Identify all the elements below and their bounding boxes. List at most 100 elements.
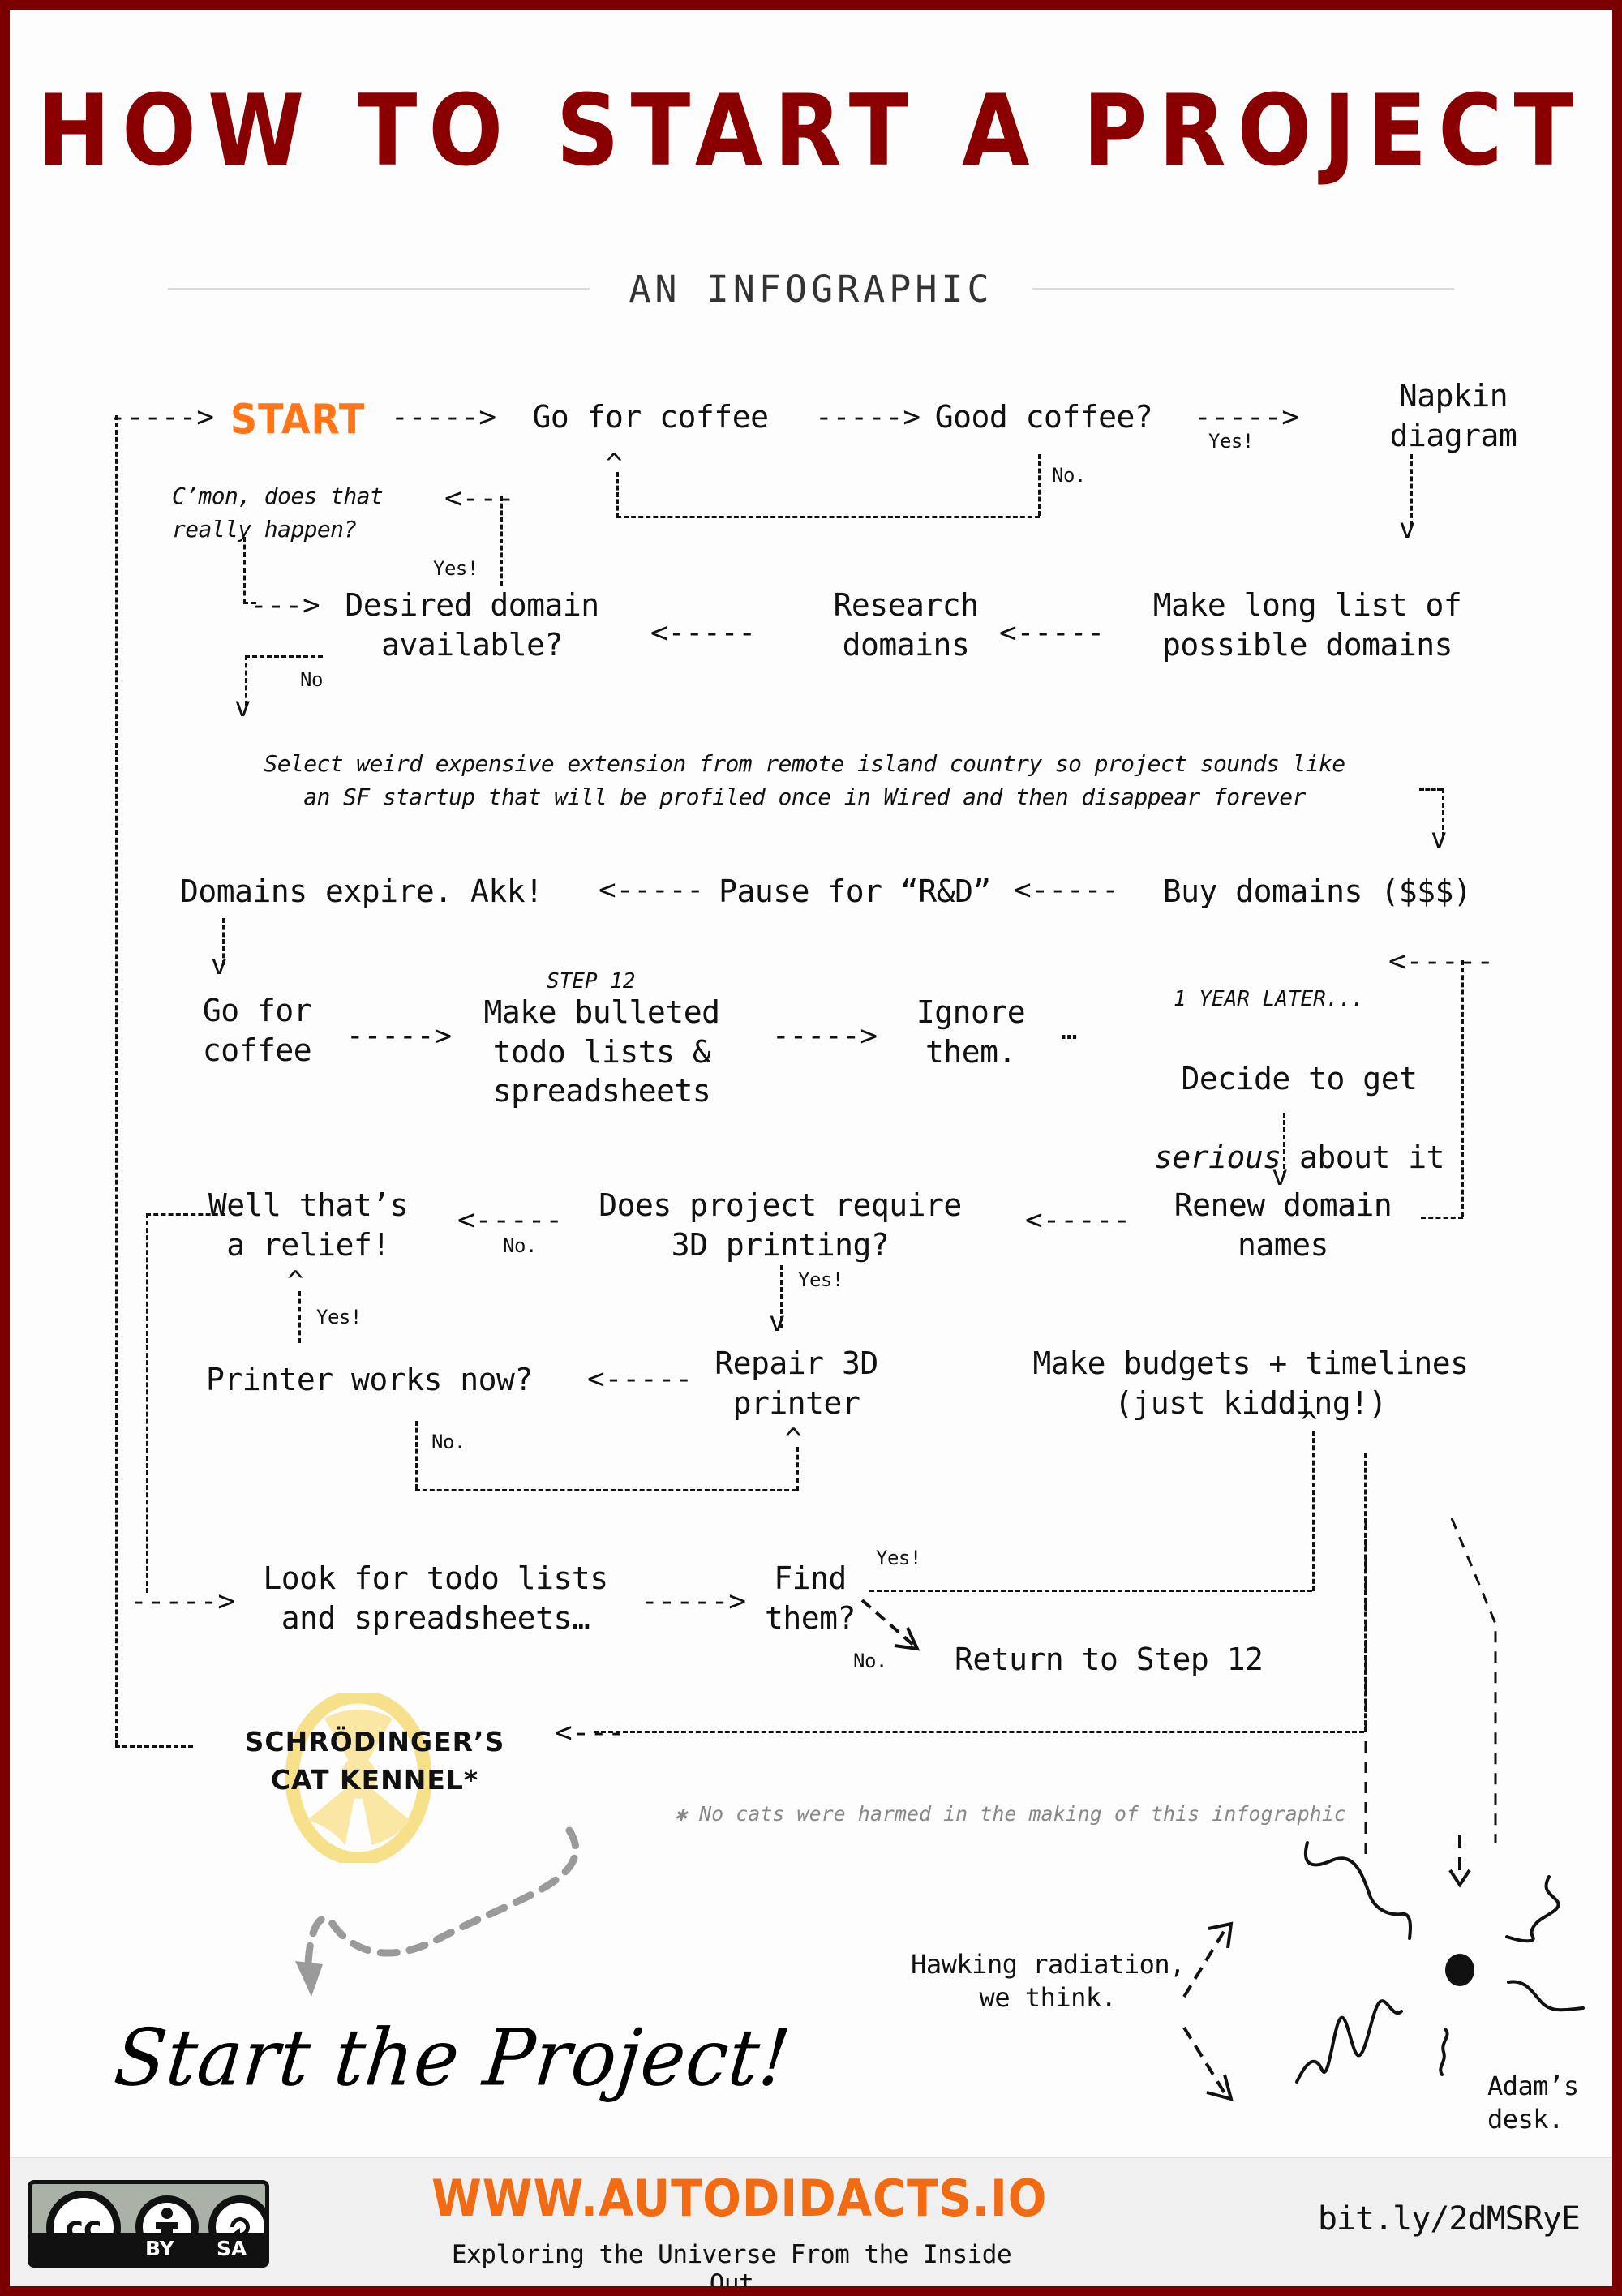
arrowhead-weird-down: v [1431,822,1448,855]
edge-label-yes-find: Yes! [876,1547,921,1569]
divider-right [1032,288,1454,290]
node-adams-desk: Adam’s desk. [1487,2071,1579,2135]
node-printer-works: Printer works now? [206,1362,533,1397]
arrow-coffee2-to-bulleted: -----> [346,1019,453,1053]
connector-relief-loop-h-top [146,1213,225,1216]
node-research-domains: Research domains [833,587,979,663]
node-renew-domain: Renew domain names [1174,1187,1392,1263]
connector-yes-cmon-v [500,496,503,586]
arrowhead-yesfind-up: ^ [1301,1406,1318,1439]
decide-serious-rest: about it [1281,1139,1445,1175]
node-hawking-radiation: Hawking radiation, we think. [911,1949,1185,2013]
connector-rightloop-h-bottom [1421,1217,1463,1219]
node-go-for-coffee: Go for coffee [532,399,769,435]
page-subtitle: AN INFOGRAPHIC [629,268,993,311]
edge-label-yes-cmon: Yes! [433,557,478,580]
edge-label-no-find: No. [853,1650,887,1672]
cc-license-badge[interactable]: cc BY SA [28,2180,269,2268]
node-cmon-really: C’mon, does that really happen? [172,483,384,543]
node-return-step12: Return to Step 12 [955,1642,1264,1677]
divider-left [168,288,590,290]
edge-label-step12: STEP 12 [547,969,636,994]
arrow-good-to-napkin: -----> [1194,401,1300,434]
node-make-long-list: Make long list of possible domains [1152,587,1462,663]
connector-yesfind-h [869,1590,1312,1592]
node-good-coffee: Good coffee? [934,399,1153,435]
node-look-for-todo: Look for todo lists and spreadsheets… [263,1560,608,1636]
node-decide-serious: Decide to get serious about it [1129,1019,1470,1178]
connector-cmon-down [243,537,246,603]
connector-yesfind-v [1312,1431,1315,1591]
connector-kennel-h [594,1731,1364,1733]
arrowhead-loop-into-decide: <----- [1388,945,1495,978]
connector-noprinter-h [415,1489,796,1491]
arrow-buy-to-pause: <----- [1014,873,1120,907]
brand-block: WWW.AUTODIDACTS.IO Exploring the Univers… [431,2169,1046,2286]
arrowhead-napkin-down: v [1399,513,1416,545]
node-repair-printer: Repair 3D printer [714,1345,878,1421]
edge-label-ellipsis: … [1061,1014,1077,1046]
node-find-them: Find them? [765,1560,856,1636]
arrow-renew-to-3d: <----- [1025,1204,1131,1237]
edge-label-no-3d: No. [503,1234,537,1257]
edge-label-one-year-later: 1 YEAR LATER... [1174,987,1364,1011]
edge-label-no-printer: No. [431,1431,466,1453]
edge-label-yes-coffee: Yes! [1208,430,1254,453]
edge-label-yes-printer: Yes! [316,1306,362,1328]
edge-label-no-coffee: No. [1052,464,1086,487]
connector-nocoffee-h [616,516,1040,518]
arrow-into-cmon: <--- [444,482,515,515]
arrow-repair-to-printer: <----- [587,1363,693,1396]
node-select-weird-extension: Select weird expensive extension from re… [264,750,1345,810]
arrow-pause-to-expire: <----- [599,873,705,907]
edge-label-no-domain: No [300,668,323,691]
black-hole-dot [1445,1954,1474,1986]
connector-relief-loop-v [146,1213,148,1593]
cc-sa-label: SA [217,2237,247,2260]
arrowhead-nodomain-down: v [234,691,251,723]
node-napkin-diagram: Napkin diagram [1389,378,1517,453]
arrowhead-relief-up: ^ [287,1265,304,1298]
connector-weird-h [1419,788,1442,791]
arrow-bulleted-to-ignore: -----> [772,1019,878,1053]
node-go-for-coffee-2: Go for coffee [202,993,312,1068]
connector-rightloop-v [1461,960,1464,1217]
node-schrodingers-cat-kennel: SCHRÖDINGER’S CAT KENNEL* [244,1726,505,1796]
connector-noprinter-v [415,1421,418,1489]
arrow-research-to-domain: <----- [650,616,757,650]
page-title: HOW TO START A PROJECT [36,74,1586,188]
node-well-relief: Well that’s a relief! [208,1187,409,1263]
node-buy-domains: Buy domains ($$$) [1162,873,1472,909]
subtitle-row: AN INFOGRAPHIC [10,268,1612,311]
connector-mainloop-left [115,415,118,1745]
node-does-3d-printing: Does project require 3D printing? [599,1187,962,1263]
decide-serious-emphasis: serious [1153,1139,1281,1175]
node-make-budgets: Make budgets + timelines (just kidding!) [1032,1345,1469,1421]
footnote-no-cats-harmed: ✱ No cats were harmed in the making of t… [675,1802,1346,1826]
decide-serious-line1: Decide to get [1181,1060,1418,1097]
arrow-todo-to-find: -----> [641,1585,747,1618]
arrowhead-expire-down: v [211,949,228,981]
arrow-into-start: -----> [109,401,215,434]
node-make-bulleted: Make bulleted todo lists & spreadsheets [483,994,720,1109]
connector-nodomain-h [245,655,323,658]
node-ignore-them: Ignore them. [916,994,1026,1070]
node-domains-expire: Domains expire. Akk! [180,873,543,909]
arrow-start-to-coffee: -----> [391,401,497,434]
footer-bar: cc BY SA WWW.AUTODIDACTS.IO Exploring th… [10,2157,1612,2286]
arrow-coffee-to-good: -----> [815,401,921,434]
arrow-kennel-squiggle [295,1826,580,1997]
node-start: START [230,395,366,444]
arrowhead-3d-down: v [769,1306,786,1338]
node-desired-domain: Desired domain available? [345,587,599,663]
edge-label-yes-3d: Yes! [798,1268,843,1291]
arrow-list-to-research: <----- [999,616,1105,650]
brand-url[interactable]: WWW.AUTODIDACTS.IO [431,2169,1046,2229]
cc-by-label: BY [145,2237,174,2260]
connector-nocoffee-v [1038,454,1041,516]
node-start-the-project: Start the Project! [110,2012,796,2104]
short-link[interactable]: bit.ly/2dMSRyE [1318,2200,1581,2238]
infographic-poster: HOW TO START A PROJECT AN INFOGRAPHIC --… [0,0,1622,2296]
connector-yes-printer-v [298,1291,301,1343]
connector-to-blackhole [1364,1518,1497,1859]
